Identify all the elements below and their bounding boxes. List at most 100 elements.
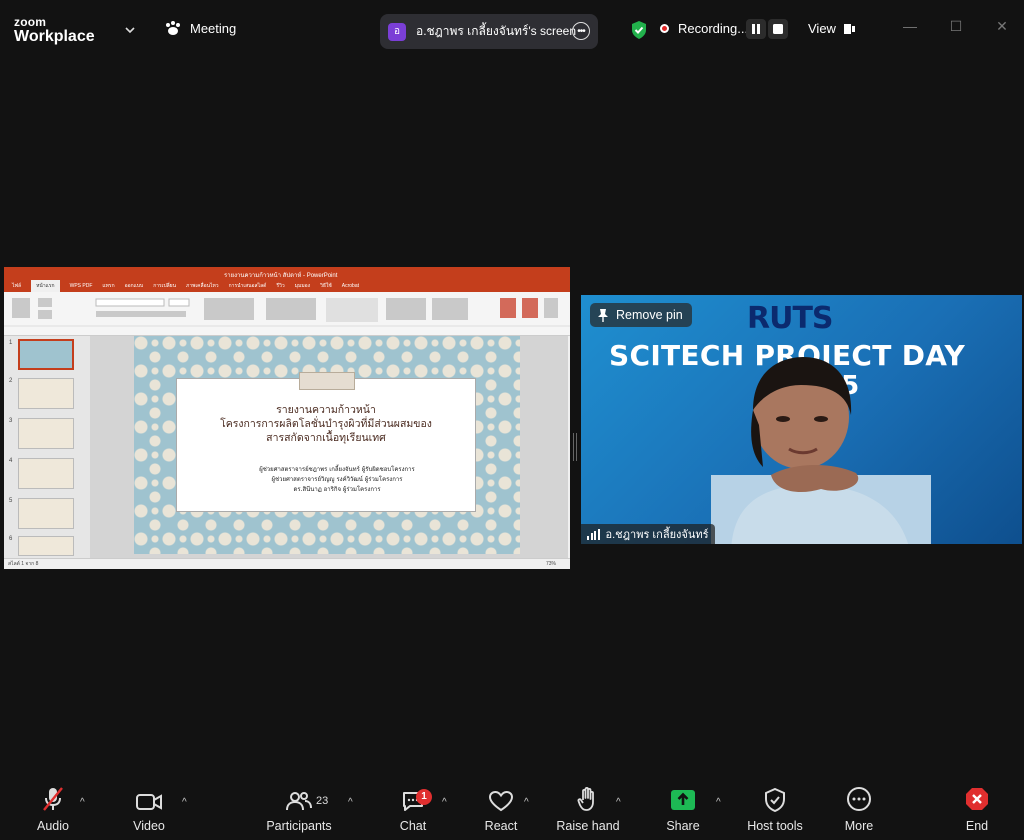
slide-thumbnail[interactable]: [18, 378, 74, 409]
ppt-status-bar: สไลด์ 1 จาก 8 73%: [4, 558, 570, 569]
shared-screen[interactable]: รายงานความก้าวหน้า สัปดาห์ - PowerPoint …: [4, 267, 570, 569]
slide-title-card: รายงานความก้าวหน้า โครงการการผลิตโลชั่นบ…: [176, 372, 476, 512]
slide-title-line: สารสกัดจากเนื้อทุเรียนเทศ: [266, 432, 386, 444]
share-avatar: อ: [388, 22, 406, 41]
slide-editor[interactable]: รายงานความก้าวหน้า โครงการการผลิตโลชั่นบ…: [90, 336, 568, 558]
remove-pin-label: Remove pin: [616, 308, 683, 322]
thumb-number: 6: [9, 536, 13, 542]
host-tools-button[interactable]: Host tools: [744, 780, 806, 840]
slide-author-line: ดร.สินีนาฏ อาริกิจ ผู้ร่วมโครงการ: [293, 486, 381, 493]
participants-label: Participants: [266, 819, 332, 833]
thumb-number: 4: [9, 458, 13, 464]
react-button[interactable]: React: [480, 780, 522, 840]
participant-name-tag: อ.ชฎาพร เกลี้ยงจันทร์: [581, 524, 715, 544]
slide-author-line: ผู้ช่วยศาสตราจารย์ชฎาพร เกลี้ยงจันทร์ ผู…: [259, 466, 415, 473]
slide-thumbnails: 1 2 3 4 5 6: [4, 336, 90, 558]
view-layout-icon: [843, 23, 855, 34]
minimize-icon[interactable]: —: [902, 18, 918, 34]
chat-label: Chat: [399, 819, 427, 833]
slide-author-line: ผู้ช่วยศาสตราจารย์วิญญู รงค์วิวัฒน์ ผู้ร…: [271, 476, 403, 483]
recording-dot-icon: [660, 24, 669, 33]
ppt-tab: การนำเสนอสไลด์: [228, 283, 267, 289]
signal-strength-icon: [587, 528, 600, 540]
ppt-tab: แทรก: [102, 283, 115, 289]
chat-unread-badge: 1: [416, 789, 432, 805]
end-button[interactable]: End: [956, 780, 998, 840]
audio-button[interactable]: Audio: [30, 780, 76, 840]
video-options-caret-icon[interactable]: ^: [182, 797, 187, 808]
end-call-icon: [966, 788, 988, 810]
chevron-down-icon[interactable]: [124, 24, 136, 36]
more-options-icon[interactable]: •••: [572, 22, 590, 40]
slide-authors: ผู้ช่วยศาสตราจารย์ชฎาพร เกลี้ยงจันทร์ ผู…: [227, 465, 447, 495]
more-label: More: [844, 819, 874, 833]
audio-options-caret-icon[interactable]: ^: [80, 797, 85, 808]
screen-share-label: อ.ชฎาพร เกลี้ยงจันทร์'s screen: [416, 24, 577, 38]
share-screen-icon: [671, 790, 695, 810]
participants-count: 23: [316, 795, 329, 807]
ppt-title-bar: รายงานความก้าวหน้า สัปดาห์ - PowerPoint: [4, 267, 570, 280]
ppt-tab: วิธีใช้: [320, 283, 332, 289]
zoom-logo[interactable]: zoom Workplace: [14, 16, 95, 45]
raise-hand-button[interactable]: Raise hand: [552, 780, 624, 840]
raise-hand-icon: [577, 786, 594, 811]
raise-hand-options-caret-icon[interactable]: ^: [616, 797, 621, 808]
slide-thumbnail[interactable]: [18, 458, 74, 489]
view-button[interactable]: View: [808, 21, 856, 36]
remove-pin-button[interactable]: Remove pin: [590, 303, 692, 327]
ppt-tab: ออกแบบ: [124, 283, 144, 289]
participants-button[interactable]: Participants: [262, 780, 336, 840]
resize-handle[interactable]: [573, 433, 577, 461]
pause-recording-button[interactable]: [746, 19, 766, 39]
slide-thumbnail[interactable]: [18, 418, 74, 449]
top-bar: zoom Workplace Meeting อ อ.ชฎาพร เกลี้ยง…: [0, 0, 1024, 60]
end-label: End: [965, 819, 989, 833]
view-label: View: [808, 21, 836, 36]
raise-hand-label: Raise hand: [556, 819, 620, 833]
maximize-icon[interactable]: ☐: [948, 18, 964, 34]
thumb-number: 1: [9, 340, 13, 346]
ppt-tab: การเปลี่ยน: [153, 283, 177, 289]
ppt-tab: ภาพเคลื่อนไหว: [186, 283, 219, 289]
video-tile[interactable]: RUTS SCITECH PROJECT DAY 25 Remove pin อ…: [581, 295, 1022, 544]
security-shield-icon[interactable]: [630, 20, 648, 40]
screen-share-indicator[interactable]: อ อ.ชฎาพร เกลี้ยงจันทร์'s screen •••: [380, 14, 598, 49]
logo-line1: zoom: [14, 15, 47, 29]
logo-line2: Workplace: [14, 28, 95, 45]
ribbon-controls-graphic: [4, 298, 570, 327]
meeting-info-button[interactable]: Meeting: [164, 20, 236, 36]
ppt-tab: Acrobat: [341, 283, 360, 289]
slide-thumbnail[interactable]: [18, 339, 74, 370]
ppt-ribbon-tabs: ไฟล์ หน้าแรก WPS PDF แทรก ออกแบบ การเปลี…: [4, 280, 570, 292]
recording-label: Recording...: [678, 21, 749, 36]
slide-thumbnail[interactable]: [18, 498, 74, 529]
banner-logo: RUTS: [747, 301, 834, 336]
thumb-number: 3: [9, 418, 13, 424]
slide-thumbnail[interactable]: [18, 536, 74, 556]
more-button[interactable]: More: [838, 780, 880, 840]
video-camera-icon: [136, 794, 162, 810]
ppt-tab: มุมมอง: [294, 283, 311, 289]
ppt-app-title: รายงานความก้าวหน้า สัปดาห์ - PowerPoint: [224, 273, 338, 279]
participant-name: อ.ชฎาพร เกลี้ยงจันทร์: [605, 529, 709, 541]
participants-options-caret-icon[interactable]: ^: [348, 797, 353, 808]
ppt-tab-active: หน้าแรก: [31, 280, 60, 292]
share-options-caret-icon[interactable]: ^: [716, 797, 721, 808]
meeting-toolbar: Audio ^ Video ^ Participants ^ Chat ^ Re…: [0, 780, 1024, 840]
video-label: Video: [133, 819, 165, 833]
host-tools-shield-icon: [765, 788, 785, 812]
participant-video-feed: [711, 357, 931, 544]
react-options-caret-icon[interactable]: ^: [524, 797, 529, 808]
ppt-tab: ไฟล์: [12, 283, 22, 289]
slide-counter: สไลด์ 1 จาก 8: [8, 561, 39, 567]
video-button[interactable]: Video: [126, 780, 172, 840]
banner-logo-text: RUTS: [747, 301, 834, 336]
stop-recording-button[interactable]: [768, 19, 788, 39]
more-icon: [847, 787, 871, 811]
slide-title-line: โครงการการผลิตโลชั่นบำรุงผิวที่มีส่วนผสม…: [220, 418, 432, 430]
close-icon[interactable]: ✕: [994, 18, 1010, 34]
pin-icon: [598, 309, 608, 322]
share-button[interactable]: Share: [662, 780, 704, 840]
stop-icon: [773, 24, 783, 34]
chat-options-caret-icon[interactable]: ^: [442, 797, 447, 808]
